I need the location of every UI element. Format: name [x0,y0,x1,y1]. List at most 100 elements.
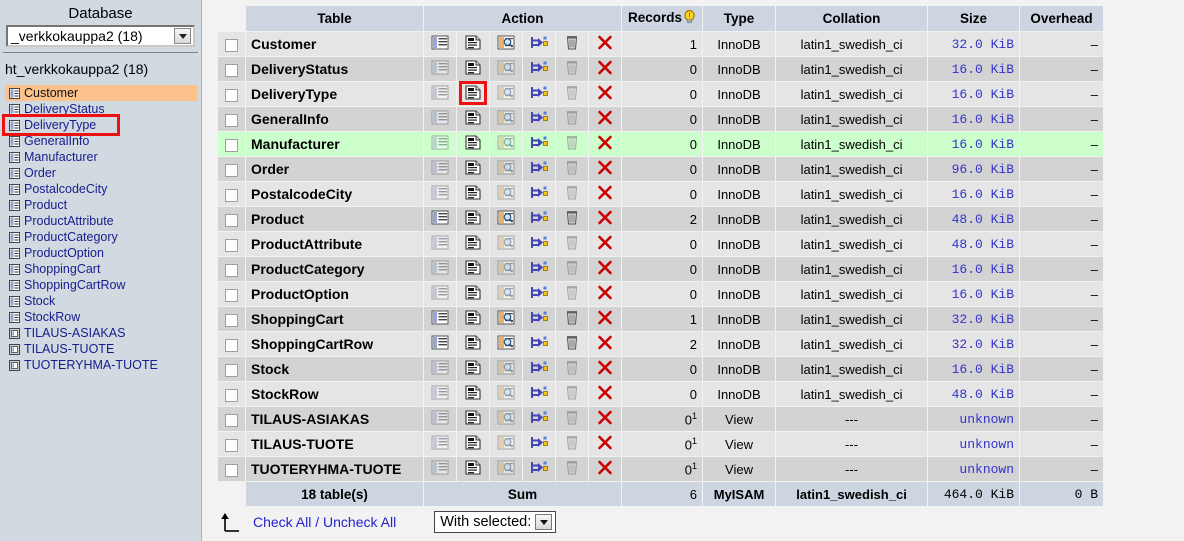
action-cell-search[interactable] [489,306,523,332]
drop-icon[interactable] [594,384,616,402]
action-cell-browse[interactable] [423,181,457,207]
table-name-link[interactable]: DeliveryStatus [251,61,348,77]
browse-icon[interactable] [429,334,451,352]
browse-icon[interactable] [429,359,451,377]
table-name-cell[interactable]: ProductOption [245,281,424,307]
action-cell-structure[interactable] [456,281,490,307]
action-cell-structure[interactable] [456,306,490,332]
sidebar-item-tilaus-tuote[interactable]: TILAUS-TUOTE [7,341,201,357]
empty-icon[interactable] [561,34,583,52]
structure-icon[interactable] [462,134,484,152]
empty-icon[interactable] [561,384,583,402]
table-name-link[interactable]: Manufacturer [251,136,340,152]
browse-icon[interactable] [429,59,451,77]
insert-icon[interactable] [528,109,550,127]
row-checkbox[interactable] [225,263,238,277]
action-cell-insert[interactable] [522,431,556,457]
structure-icon[interactable] [462,359,484,377]
drop-icon[interactable] [594,259,616,277]
action-cell-structure[interactable] [456,206,490,232]
action-cell-structure[interactable] [456,106,490,132]
drop-icon[interactable] [594,159,616,177]
insert-icon[interactable] [528,184,550,202]
action-cell-empty[interactable] [555,356,589,382]
sidebar-item-tuoteryhma-tuote[interactable]: TUOTERYHMA-TUOTE [7,357,201,373]
row-checkbox[interactable] [225,113,238,127]
table-name-link[interactable]: TUOTERYHMA-TUOTE [251,461,401,477]
action-cell-structure[interactable] [456,256,490,282]
action-cell-drop[interactable] [588,81,622,107]
drop-icon[interactable] [594,434,616,452]
action-cell-drop[interactable] [588,306,622,332]
table-name-cell[interactable]: Order [245,156,424,182]
browse-icon[interactable] [429,134,451,152]
action-cell-browse[interactable] [423,356,457,382]
row-checkbox-cell[interactable] [217,431,246,457]
action-cell-search[interactable] [489,206,523,232]
action-cell-structure[interactable] [456,381,490,407]
table-name-cell[interactable]: ProductCategory [245,256,424,282]
sidebar-item-customer[interactable]: Customer [5,85,197,101]
action-cell-structure[interactable] [456,131,490,157]
action-cell-insert[interactable] [522,206,556,232]
action-cell-insert[interactable] [522,181,556,207]
action-cell-empty[interactable] [555,331,589,357]
sidebar-item-shoppingcartrow[interactable]: ShoppingCartRow [7,277,201,293]
header-size[interactable]: Size [927,5,1021,32]
action-cell-empty[interactable] [555,31,589,57]
table-row[interactable]: GeneralInfo 0 InnoDB latin1_swedish_ci 16.0 … [217,106,1105,132]
empty-icon[interactable] [561,434,583,452]
action-cell-empty[interactable] [555,381,589,407]
action-cell-browse[interactable] [423,81,457,107]
empty-icon[interactable] [561,334,583,352]
action-cell-browse[interactable] [423,31,457,57]
action-cell-empty[interactable] [555,81,589,107]
search-icon[interactable] [495,259,517,277]
row-checkbox[interactable] [225,88,238,102]
sidebar-item-order[interactable]: Order [7,165,201,181]
row-checkbox-cell[interactable] [217,381,246,407]
action-cell-insert[interactable] [522,331,556,357]
insert-icon[interactable] [528,384,550,402]
insert-icon[interactable] [528,284,550,302]
row-checkbox-cell[interactable] [217,406,246,432]
table-row[interactable]: TUOTERYHMA-TUOTE 01 View --- unknown – [217,456,1105,482]
row-checkbox-cell[interactable] [217,306,246,332]
table-name-link[interactable]: ShoppingCart [251,311,344,327]
action-cell-browse[interactable] [423,56,457,82]
action-cell-insert[interactable] [522,106,556,132]
insert-icon[interactable] [528,159,550,177]
action-cell-empty[interactable] [555,256,589,282]
empty-icon[interactable] [561,359,583,377]
table-name-cell[interactable]: TILAUS-TUOTE [245,431,424,457]
action-cell-browse[interactable] [423,406,457,432]
drop-icon[interactable] [594,109,616,127]
row-checkbox[interactable] [225,388,238,402]
action-cell-drop[interactable] [588,206,622,232]
table-row[interactable]: DeliveryStatus 0 InnoDB latin1_swedish_ci 16… [217,56,1105,82]
row-checkbox[interactable] [225,363,238,377]
sidebar-item-manufacturer[interactable]: Manufacturer [7,149,201,165]
browse-icon[interactable] [429,384,451,402]
sidebar-item-product[interactable]: Product [7,197,201,213]
structure-icon[interactable] [462,434,484,452]
structure-icon[interactable] [462,184,484,202]
row-checkbox[interactable] [225,438,238,452]
row-checkbox-cell[interactable] [217,56,246,82]
sidebar-item-stock[interactable]: Stock [7,293,201,309]
empty-icon[interactable] [561,259,583,277]
action-cell-search[interactable] [489,406,523,432]
uncheck-all-link[interactable]: Uncheck All [323,514,396,530]
row-checkbox[interactable] [225,288,238,302]
row-checkbox-cell[interactable] [217,331,246,357]
action-cell-drop[interactable] [588,331,622,357]
sidebar-item-productoption[interactable]: ProductOption [7,245,201,261]
action-cell-search[interactable] [489,131,523,157]
table-row[interactable]: ShoppingCartRow 2 InnoDB latin1_swedish_ci 3… [217,331,1105,357]
table-row[interactable]: Product 2 InnoDB latin1_swedish_ci 48.0 KiB – [217,206,1105,232]
insert-icon[interactable] [528,234,550,252]
empty-icon[interactable] [561,284,583,302]
table-name-cell[interactable]: TUOTERYHMA-TUOTE [245,456,424,482]
action-cell-drop[interactable] [588,356,622,382]
action-cell-empty[interactable] [555,206,589,232]
